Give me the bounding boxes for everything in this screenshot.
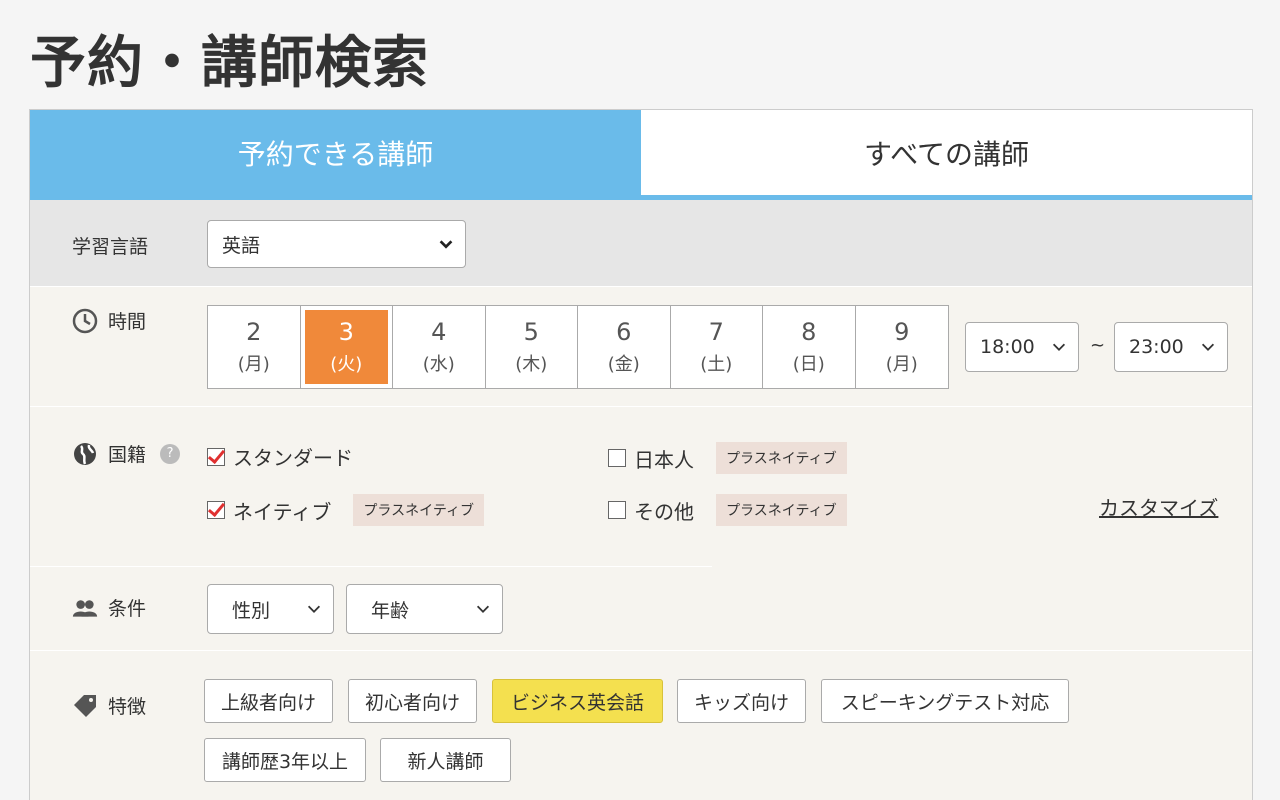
date-cell[interactable]: 5 (木) xyxy=(486,306,578,388)
time-to-value: 23:00 xyxy=(1129,336,1184,358)
date-num: 4 xyxy=(431,318,447,346)
date-dow: (木) xyxy=(515,354,548,375)
tab-available-teachers[interactable]: 予約できる講師 xyxy=(30,110,641,195)
checkbox-box[interactable] xyxy=(608,501,626,519)
checkbox-label: その他 xyxy=(634,499,694,524)
age-select-value: 年齢 xyxy=(371,599,410,622)
checkbox-box[interactable] xyxy=(207,501,225,519)
features-row: 特徴 上級者向け 初心者向け ビジネス英会話 キッズ向け スピーキングテスト対応… xyxy=(30,650,1252,800)
conditions-row: 条件 性別 年齢 xyxy=(30,566,1252,650)
time-separator: ~ xyxy=(1090,335,1106,356)
clock-icon xyxy=(72,308,98,334)
chevron-down-icon xyxy=(439,240,453,249)
feature-chip-business[interactable]: ビジネス英会話 xyxy=(492,679,663,723)
checkbox-box[interactable] xyxy=(207,447,225,466)
checkbox-japanese[interactable]: 日本人 プラスネイティブ xyxy=(608,442,847,474)
tag-icon xyxy=(72,693,98,719)
date-num: 3 xyxy=(338,318,354,346)
page-title: 予約・講師検索 xyxy=(30,31,429,96)
date-dow: (火) xyxy=(330,354,363,375)
checkbox-box[interactable] xyxy=(608,449,626,467)
checkbox-label: ネイティブ xyxy=(233,499,332,524)
date-selected-highlight: 3 (火) xyxy=(304,310,388,384)
language-label: 学習言語 xyxy=(72,232,148,259)
checkbox-label: スタンダード xyxy=(233,446,353,470)
checkbox-label: 日本人 xyxy=(634,447,694,472)
time-from-value: 18:00 xyxy=(980,336,1035,358)
date-dow: (月) xyxy=(237,354,270,375)
chevron-down-icon xyxy=(307,605,321,613)
date-cell[interactable]: 7 (土) xyxy=(671,306,763,388)
conditions-label-text: 条件 xyxy=(108,598,147,620)
feature-chip-new-teacher[interactable]: 新人講師 xyxy=(380,738,511,782)
feature-chip-advanced[interactable]: 上級者向け xyxy=(204,679,333,723)
feature-chip-beginner[interactable]: 初心者向け xyxy=(348,679,477,723)
time-row: 時間 2 (月) 3 (火) 4 (水) 5 (木) 6 (金) 7 (土) 8 (日) 9 (… xyxy=(30,286,1252,406)
customize-link[interactable]: カスタマイズ xyxy=(1099,492,1218,521)
plus-native-badge: プラスネイティブ xyxy=(353,494,485,526)
plus-native-badge: プラスネイティブ xyxy=(716,442,847,474)
time-to-select[interactable]: 23:00 xyxy=(1114,322,1228,372)
features-label: 特徴 xyxy=(72,692,146,719)
features-label-text: 特徴 xyxy=(108,696,147,718)
time-label-text: 時間 xyxy=(108,311,147,333)
date-dow: (金) xyxy=(607,354,640,375)
date-num: 2 xyxy=(246,318,262,346)
date-num: 8 xyxy=(801,318,817,346)
feature-chip-speaking-test[interactable]: スピーキングテスト対応 xyxy=(821,679,1069,723)
date-cell[interactable]: 2 (月) xyxy=(208,306,301,388)
date-dow: (水) xyxy=(422,354,455,375)
language-select-value: 英語 xyxy=(222,234,261,257)
date-cell-selected[interactable]: 3 (火) xyxy=(300,306,393,388)
nationality-label: 国籍 ? xyxy=(72,440,181,467)
tab-bar: 予約できる講師 すべての講師 xyxy=(30,110,1252,200)
tab-all-teachers[interactable]: すべての講師 xyxy=(641,110,1252,195)
nationality-row: 国籍 ? スタンダード ネイティブ プラスネイティブ 日本人 プラスネイティブ … xyxy=(30,406,1252,566)
chevron-down-icon xyxy=(1201,343,1215,351)
date-cell[interactable]: 6 (金) xyxy=(578,306,671,388)
chevron-down-icon xyxy=(1052,343,1066,351)
gender-select[interactable]: 性別 xyxy=(207,584,334,634)
language-select[interactable]: 英語 xyxy=(207,220,466,268)
date-cell[interactable]: 9 (月) xyxy=(856,306,949,388)
date-cell[interactable]: 8 (日) xyxy=(763,306,856,388)
globe-icon xyxy=(72,441,98,467)
language-row: 学習言語 英語 xyxy=(30,200,1252,286)
language-label-text: 学習言語 xyxy=(72,236,149,258)
feature-chip-experienced[interactable]: 講師歴3年以上 xyxy=(204,738,366,782)
date-cell[interactable]: 4 (水) xyxy=(393,306,486,388)
checkbox-native[interactable]: ネイティブ プラスネイティブ xyxy=(207,494,485,526)
date-dow: (月) xyxy=(885,354,918,375)
date-dow: (土) xyxy=(700,354,733,375)
date-strip: 2 (月) 3 (火) 4 (水) 5 (木) 6 (金) 7 (土) 8 (日) 9 (月) xyxy=(207,305,949,389)
nationality-label-text: 国籍 xyxy=(108,444,147,466)
date-num: 7 xyxy=(708,318,724,346)
help-icon[interactable]: ? xyxy=(160,443,181,464)
date-num: 9 xyxy=(894,318,910,346)
time-label: 時間 xyxy=(72,307,146,334)
date-num: 5 xyxy=(523,318,539,346)
feature-chip-kids[interactable]: キッズ向け xyxy=(677,679,806,723)
chevron-down-icon xyxy=(476,605,490,613)
checkbox-standard[interactable]: スタンダード xyxy=(207,442,353,471)
date-num: 6 xyxy=(616,318,632,346)
conditions-label: 条件 xyxy=(72,594,146,621)
age-select[interactable]: 年齢 xyxy=(346,584,503,634)
date-dow: (日) xyxy=(792,354,825,375)
time-from-select[interactable]: 18:00 xyxy=(965,322,1079,372)
users-icon xyxy=(72,595,98,621)
search-panel: 予約できる講師 すべての講師 学習言語 英語 時間 2 (月) 3 (火) 4 (水)… xyxy=(29,109,1253,800)
checkbox-other[interactable]: その他 プラスネイティブ xyxy=(608,494,847,526)
gender-select-value: 性別 xyxy=(232,599,271,622)
plus-native-badge: プラスネイティブ xyxy=(716,494,847,526)
